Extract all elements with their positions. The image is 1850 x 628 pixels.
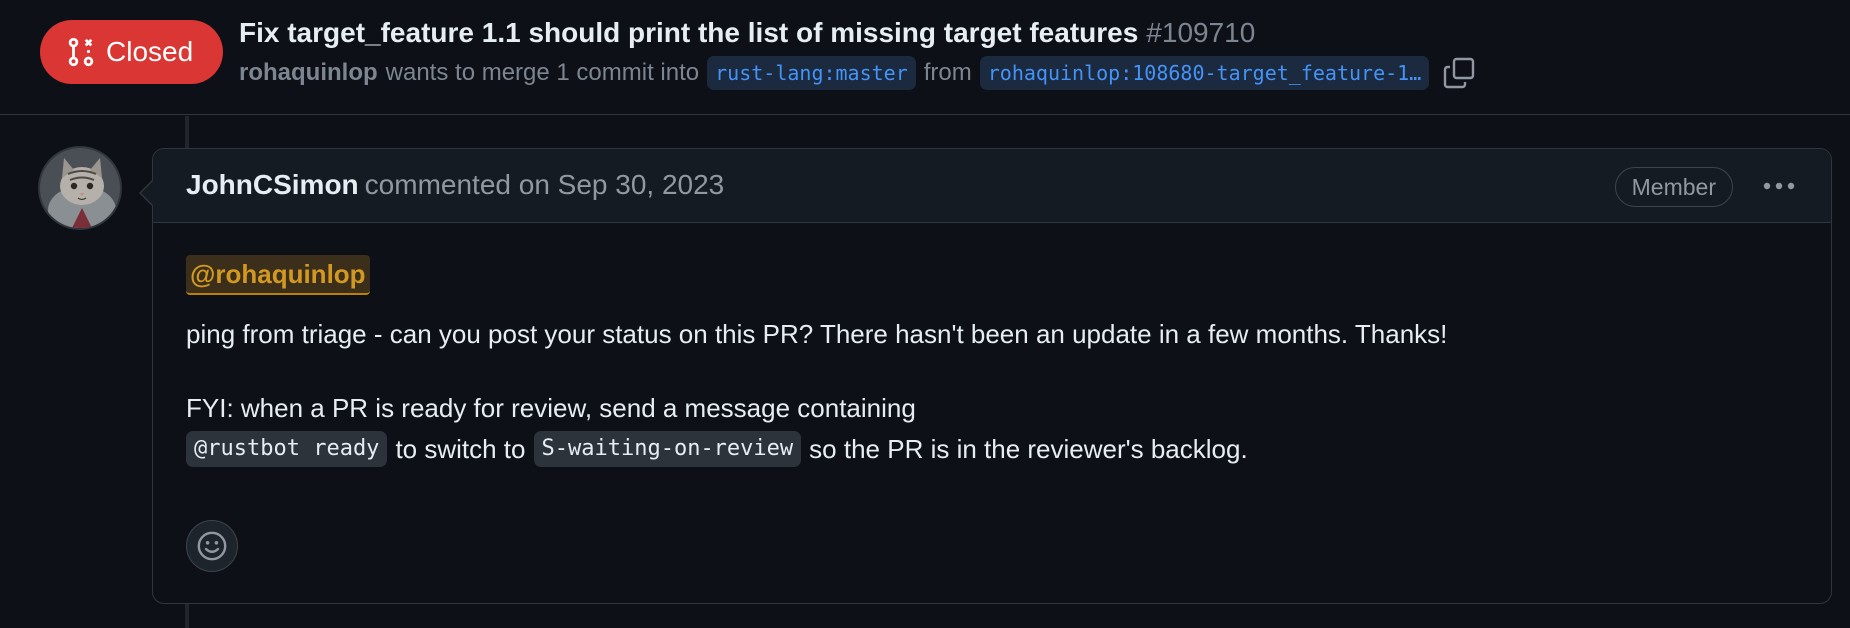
copy-icon [1444,57,1475,89]
head-branch-link[interactable]: rohaquinlop:108680-target_feature-1… [979,56,1430,90]
add-reaction-button[interactable] [186,520,238,572]
comment-header: JohnCSimon commented on Sep 30, 2023 Memb… [153,149,1831,223]
merge-text: wants to merge 1 commit into [385,59,700,86]
role-badge: Member [1614,167,1733,207]
comment-text: to switch to [395,434,526,464]
comment-card: JohnCSimon commented on Sep 30, 2023 Memb… [139,148,1832,604]
base-branch-link[interactable]: rust-lang:master [707,56,916,90]
comment-paragraph: @rustbot ready to switch to S-waiting-on… [186,428,1256,470]
pr-number: #109710 [1146,17,1256,48]
inline-code: S-waiting-on-review [533,431,802,467]
comment-author-link[interactable]: JohnCSimon [186,169,359,200]
smiley-icon [197,531,227,561]
state-badge-closed: Closed [40,20,223,84]
comment-text: so the PR is in the reviewer's backlog. [809,434,1248,464]
comment-paragraph: FYI: when a PR is ready for review, send… [186,393,916,423]
copy-branch-button[interactable] [1441,55,1477,91]
pr-author-link[interactable]: rohaquinlop [239,59,378,87]
git-pull-request-closed-icon [68,37,94,67]
comment-paragraph: ping from triage - can you post your sta… [186,319,1448,349]
user-mention-link[interactable]: @rohaquinlop [186,255,370,295]
kebab-horizontal-icon [1763,182,1795,190]
pr-title-text: Fix target_feature 1.1 should print the … [239,17,1139,48]
pr-meta: rohaquinlop wants to merge 1 commit into… [239,54,1477,92]
comment-options-button[interactable] [1759,171,1799,201]
from-text: from [923,59,972,86]
state-label: Closed [106,36,194,67]
pr-title: Fix target_feature 1.1 should print the … [239,14,1255,52]
comment-author-line: JohnCSimon commented on Sep 30, 2023 [186,169,724,201]
comment-timestamp-link[interactable]: commented on Sep 30, 2023 [365,169,725,200]
pr-header: Closed Fix target_feature 1.1 should pri… [0,0,1850,115]
cat-avatar [40,148,120,228]
avatar[interactable] [38,146,122,230]
inline-code: @rustbot ready [186,431,388,467]
